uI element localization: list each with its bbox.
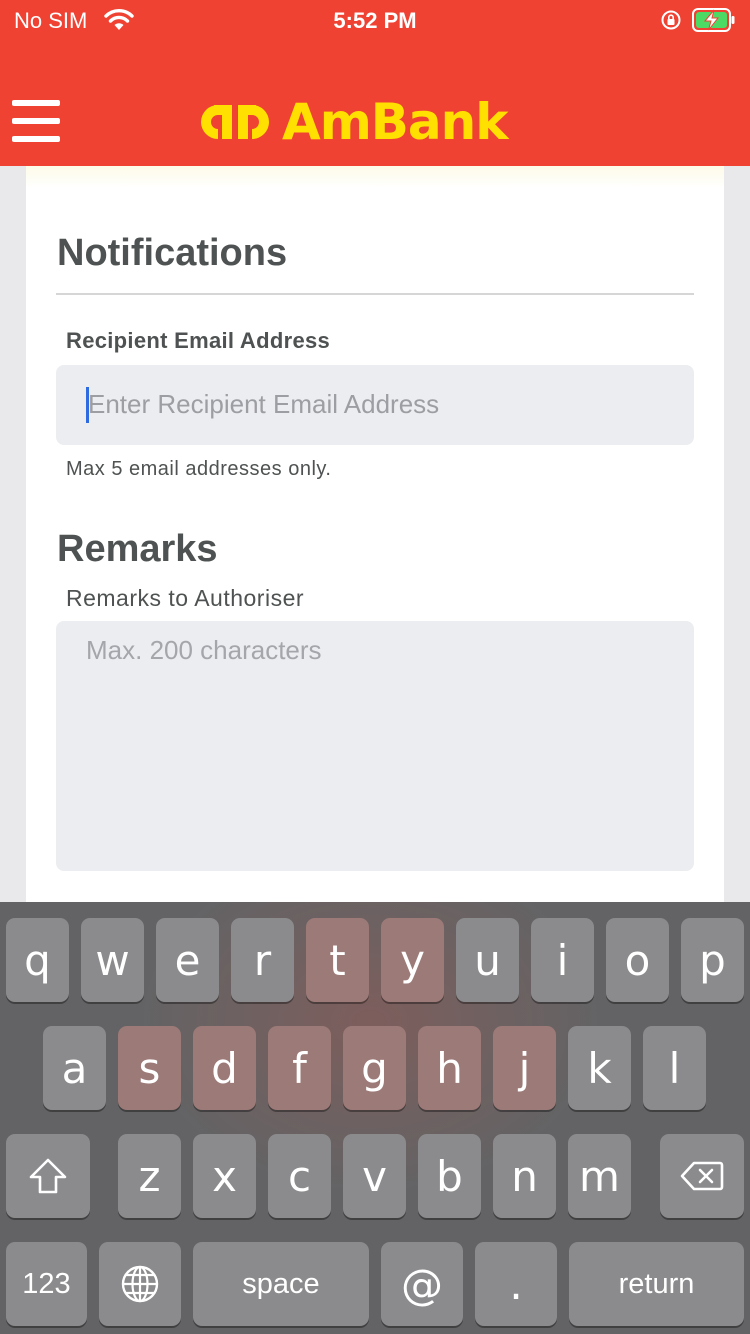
key-k[interactable]: k [568,1026,631,1110]
key-m[interactable]: m [568,1134,631,1218]
globe-icon [121,1265,159,1303]
key-b[interactable]: b [418,1134,481,1218]
key-r[interactable]: r [231,918,294,1002]
key-e[interactable]: e [156,918,219,1002]
key-p[interactable]: p [681,918,744,1002]
recipient-email-input[interactable]: Enter Recipient Email Address [56,365,694,445]
key-o[interactable]: o [606,918,669,1002]
key-a[interactable]: a [43,1026,106,1110]
form-card: Notifications Recipient Email Address En… [26,166,724,926]
key-l[interactable]: l [643,1026,706,1110]
brand-name: AmBank [282,93,508,151]
key-n[interactable]: n [493,1134,556,1218]
clock: 5:52 PM [333,8,417,33]
recipient-email-placeholder: Enter Recipient Email Address [88,389,440,419]
key-c[interactable]: c [268,1134,331,1218]
notifications-heading: Notifications [57,232,288,274]
key-y[interactable]: y [381,918,444,1002]
globe-key[interactable] [99,1242,181,1326]
key-w[interactable]: w [81,918,144,1002]
ambank-logo-mark-icon [201,105,269,139]
shift-key[interactable] [6,1134,90,1218]
menu-button[interactable] [12,100,60,142]
remarks-heading: Remarks [57,528,218,570]
app-header: No SIM 5:52 PM AmBank [0,0,750,166]
key-g[interactable]: g [343,1026,406,1110]
shift-arrow-icon [29,1158,67,1194]
space-key[interactable]: space [193,1242,369,1326]
backspace-icon [680,1161,724,1191]
numbers-key[interactable]: 123 [6,1242,87,1326]
remarks-textarea[interactable]: Max. 200 characters [56,621,694,871]
key-f[interactable]: f [268,1026,331,1110]
key-v[interactable]: v [343,1134,406,1218]
at-key[interactable]: @ [381,1242,463,1326]
divider [56,293,694,295]
return-key[interactable]: return [569,1242,744,1326]
email-limit-hint: Max 5 email addresses only. [66,458,332,480]
remarks-placeholder: Max. 200 characters [86,635,322,665]
key-u[interactable]: u [456,918,519,1002]
status-bar: No SIM 5:52 PM [0,0,750,40]
remarks-label: Remarks to Authoriser [66,585,305,611]
period-key[interactable]: . [475,1242,557,1326]
rotation-lock-icon [661,10,681,30]
recipient-email-label: Recipient Email Address [66,328,331,353]
ambank-logo: AmBank [196,94,508,150]
battery-charging-icon [692,8,735,32]
key-i[interactable]: i [531,918,594,1002]
key-d[interactable]: d [193,1026,256,1110]
key-t[interactable]: t [306,918,369,1002]
onscreen-keyboard: q w e r t y u i o p a s d f g h j k l z … [0,902,750,1334]
backspace-key[interactable] [660,1134,744,1218]
key-j[interactable]: j [493,1026,556,1110]
key-q[interactable]: q [6,918,69,1002]
key-h[interactable]: h [418,1026,481,1110]
text-cursor [86,387,89,423]
key-z[interactable]: z [118,1134,181,1218]
key-x[interactable]: x [193,1134,256,1218]
key-s[interactable]: s [118,1026,181,1110]
